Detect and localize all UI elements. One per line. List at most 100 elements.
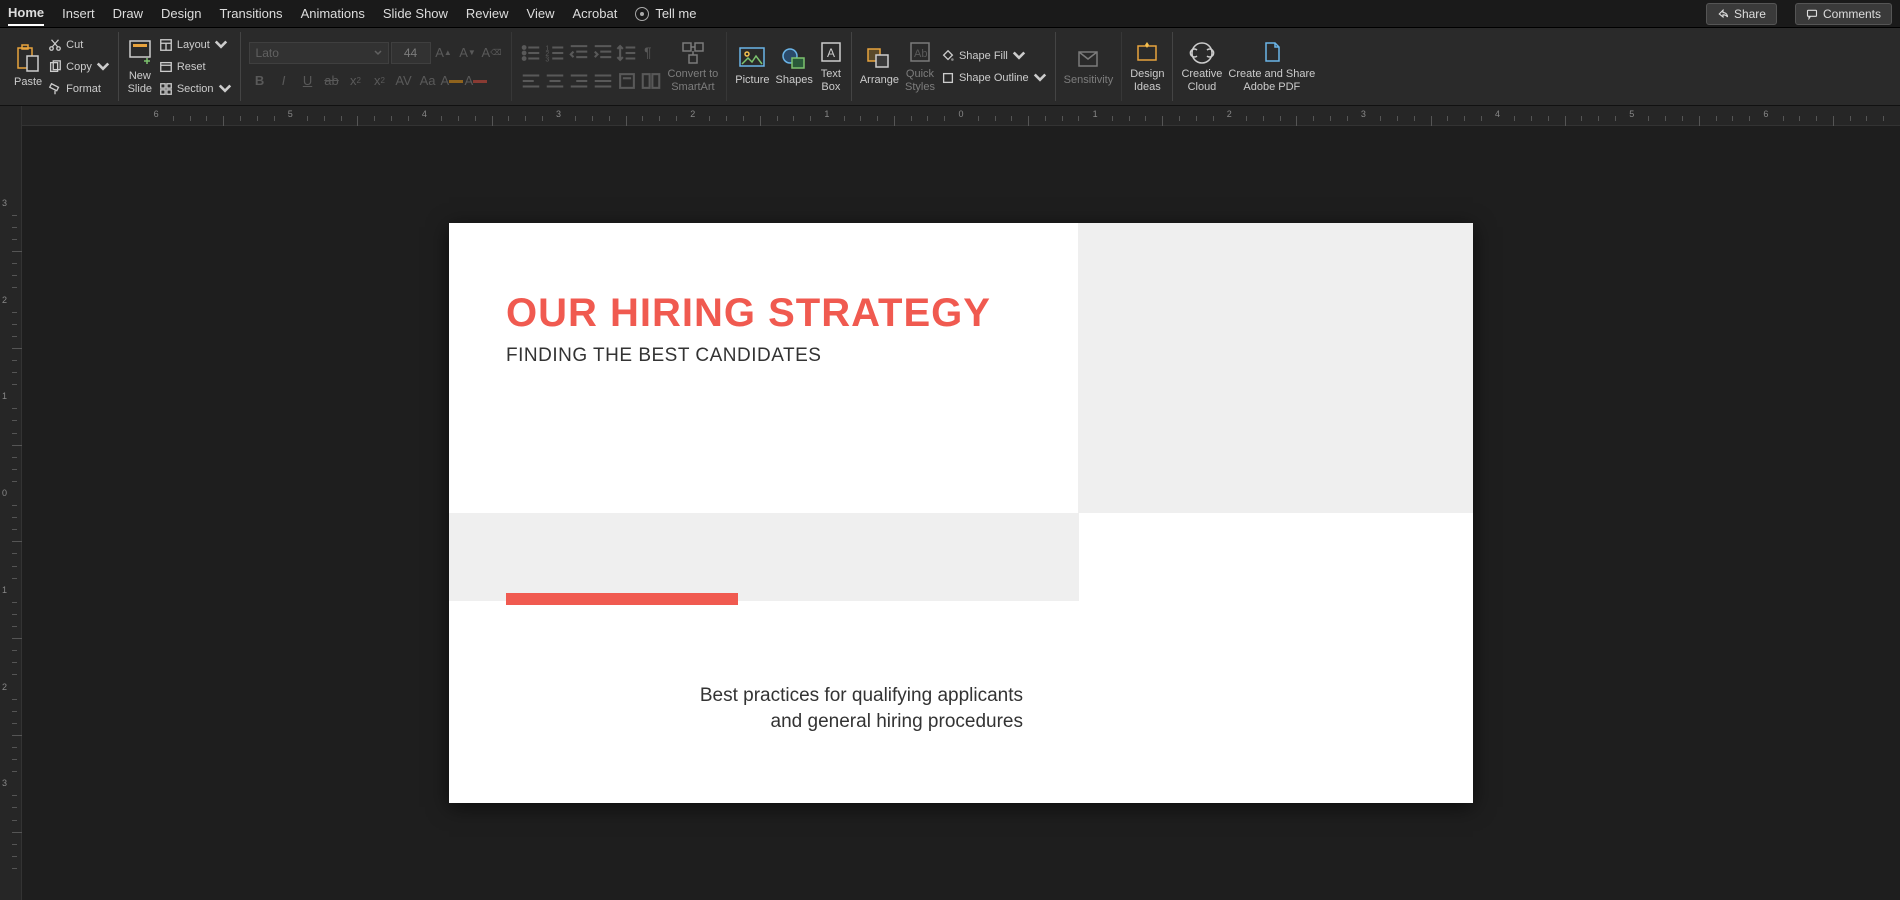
section-button[interactable]: Section (159, 79, 232, 99)
comment-icon (1806, 8, 1818, 20)
font-name-select[interactable]: Lato (249, 42, 389, 64)
bold-button[interactable]: B (249, 70, 271, 92)
slide-subtitle[interactable]: FINDING THE BEST CANDIDATES (506, 345, 821, 367)
superscript-button[interactable]: x2 (369, 70, 391, 92)
align-right-button[interactable] (568, 70, 590, 92)
tab-home[interactable]: Home (8, 1, 44, 26)
svg-text:Ab: Ab (914, 48, 927, 60)
underline-button[interactable]: U (297, 70, 319, 92)
decrease-indent-button[interactable] (568, 42, 590, 64)
tab-transitions[interactable]: Transitions (219, 2, 282, 25)
tab-view[interactable]: View (527, 2, 555, 25)
paste-icon (15, 44, 41, 74)
increase-font-button[interactable]: A▲ (433, 42, 455, 64)
tab-design[interactable]: Design (161, 2, 201, 25)
layout-button[interactable]: Layout (159, 35, 232, 55)
tab-draw[interactable]: Draw (113, 2, 143, 25)
slide-body-text[interactable]: Best practices for qualifying applicants… (623, 683, 1023, 734)
textbox-button[interactable]: A Text Box (819, 40, 843, 92)
slide-canvas[interactable]: OUR HIRING STRATEGY FINDING THE BEST CAN… (22, 126, 1900, 900)
line-spacing-button[interactable] (616, 42, 638, 64)
textbox-icon: A (819, 40, 843, 66)
shape-outline-button[interactable]: Shape Outline (941, 68, 1047, 88)
align-center-button[interactable] (544, 70, 566, 92)
tab-insert[interactable]: Insert (62, 2, 95, 25)
adobe-pdf-button[interactable]: Create and Share Adobe PDF (1228, 40, 1315, 92)
share-label: Share (1734, 7, 1766, 21)
menu-tabs: Home Insert Draw Design Transitions Anim… (0, 0, 1900, 28)
quickstyles-label: Quick Styles (905, 68, 935, 92)
slide[interactable]: OUR HIRING STRATEGY FINDING THE BEST CAN… (449, 223, 1473, 803)
picture-button[interactable]: Picture (735, 46, 769, 86)
clipboard-mini: Cut Copy Format (48, 35, 110, 99)
insert-group: Picture Shapes A Text Box (727, 32, 852, 101)
char-spacing-button[interactable]: AV (393, 70, 415, 92)
reset-button[interactable]: Reset (159, 57, 232, 77)
sensitivity-icon (1075, 46, 1101, 72)
copy-label: Copy (66, 61, 92, 73)
shapes-button[interactable]: Shapes (776, 46, 813, 86)
format-painter-button[interactable]: Format (48, 79, 110, 99)
shapes-icon (780, 46, 808, 72)
bullets-button[interactable] (520, 42, 542, 64)
justify-button[interactable] (592, 70, 614, 92)
chevron-down-icon (96, 60, 110, 74)
tell-me[interactable]: Tell me (635, 2, 696, 25)
quick-styles-button[interactable]: Ab Quick Styles (905, 40, 935, 92)
new-slide-button[interactable]: New Slide (127, 38, 153, 94)
share-button[interactable]: Share (1706, 3, 1777, 25)
tab-review[interactable]: Review (466, 2, 509, 25)
textbox-label: Text Box (821, 68, 841, 92)
arrange-group: Arrange Ab Quick Styles Shape Fill Shape… (852, 32, 1056, 101)
align-text-button[interactable] (616, 70, 638, 92)
italic-button[interactable]: I (273, 70, 295, 92)
new-slide-icon (127, 38, 153, 68)
tab-acrobat[interactable]: Acrobat (573, 2, 618, 25)
section-label: Section (177, 83, 214, 95)
decrease-font-button[interactable]: A▼ (457, 42, 479, 64)
paste-button[interactable]: Paste (14, 44, 42, 88)
convert-smartart-button[interactable]: Convert to SmartArt (668, 40, 719, 92)
svg-text:A: A (827, 46, 835, 60)
slide-body-line1: Best practices for qualifying applicants (700, 685, 1023, 706)
text-direction-button[interactable]: ¶ (640, 42, 662, 64)
shape-fill-button[interactable]: Shape Fill (941, 46, 1047, 66)
ribbon: Paste Cut Copy Format New Slide Layout R… (0, 28, 1900, 106)
align-left-button[interactable] (520, 70, 542, 92)
strike-button[interactable]: ab (321, 70, 343, 92)
shapes-label: Shapes (776, 74, 813, 86)
sensitivity-button[interactable]: Sensitivity (1064, 46, 1114, 86)
designideas-icon (1134, 40, 1160, 66)
subscript-button[interactable]: x2 (345, 70, 367, 92)
cc-icon (1187, 40, 1217, 66)
tab-slideshow[interactable]: Slide Show (383, 2, 448, 25)
horizontal-ruler: 6543210123456 (22, 106, 1900, 126)
creative-cloud-button[interactable]: Creative Cloud (1181, 40, 1222, 92)
paragraph-group: 123 ¶ Convert to SmartArt (512, 32, 728, 101)
fill-icon (941, 49, 955, 63)
svg-text:¶: ¶ (644, 45, 651, 60)
arrange-button[interactable]: Arrange (860, 46, 899, 86)
columns-button[interactable] (640, 70, 662, 92)
increase-indent-button[interactable] (592, 42, 614, 64)
copy-button[interactable]: Copy (48, 57, 110, 77)
tab-animations[interactable]: Animations (301, 2, 365, 25)
change-case-button[interactable]: Aa (417, 70, 439, 92)
format-label: Format (66, 83, 101, 95)
clear-format-button[interactable]: A⌫ (481, 42, 503, 64)
slide-decor-band (449, 513, 1079, 601)
comments-button[interactable]: Comments (1795, 3, 1892, 25)
numbering-button[interactable]: 123 (544, 42, 566, 64)
design-ideas-button[interactable]: Design Ideas (1130, 40, 1164, 92)
svg-text:3: 3 (545, 56, 549, 63)
slide-title[interactable]: OUR HIRING STRATEGY (506, 291, 991, 336)
font-size-select[interactable]: 44 (391, 42, 431, 64)
cut-button[interactable]: Cut (48, 35, 110, 55)
new-slide-label: New Slide (128, 70, 152, 94)
slide-body-line2: and general hiring procedures (771, 711, 1023, 732)
convert-label: Convert to SmartArt (668, 68, 719, 92)
sensitivity-group: Sensitivity (1056, 32, 1123, 101)
designer-group: Design Ideas (1122, 32, 1173, 101)
font-color-button[interactable]: A (465, 70, 487, 92)
highlight-button[interactable]: A (441, 70, 463, 92)
